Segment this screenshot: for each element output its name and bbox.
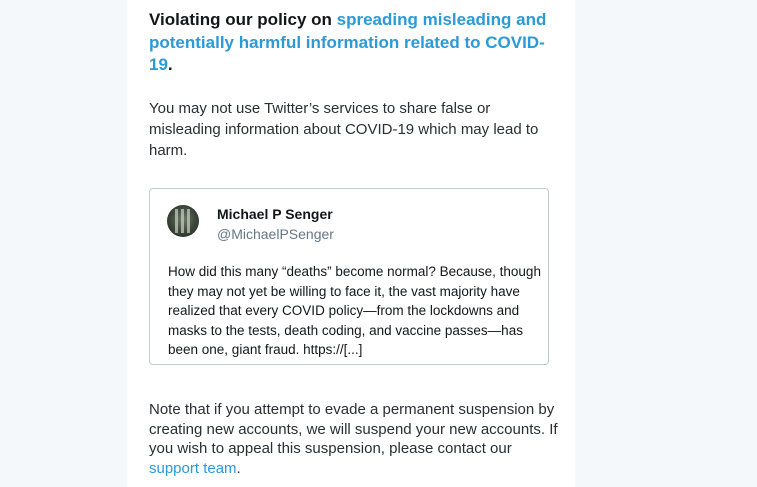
tweet-author-name: Michael P Senger: [217, 206, 333, 222]
heading-prefix: Violating our policy on: [149, 10, 337, 29]
support-team-link[interactable]: support team: [149, 460, 237, 477]
email-panel: Violating our policy on spreading mislea…: [127, 0, 575, 487]
suspension-note: Note that if you attempt to evade a perm…: [149, 400, 559, 478]
suspension-note-text: Note that if you attempt to evade a perm…: [149, 401, 558, 457]
heading-suffix: .: [167, 55, 173, 74]
quoted-tweet-card[interactable]: Michael P Senger @MichaelPSenger How did…: [149, 188, 549, 365]
tweet-text: How did this many “deaths” become normal…: [168, 264, 541, 357]
policy-intro-text: You may not use Twitter’s services to sh…: [149, 100, 539, 159]
avatar: [167, 205, 199, 237]
suspension-note-end: .: [236, 459, 241, 477]
policy-heading: Violating our policy on spreading mislea…: [149, 9, 559, 77]
tweet-author-handle: @MichaelPSenger: [217, 226, 334, 242]
